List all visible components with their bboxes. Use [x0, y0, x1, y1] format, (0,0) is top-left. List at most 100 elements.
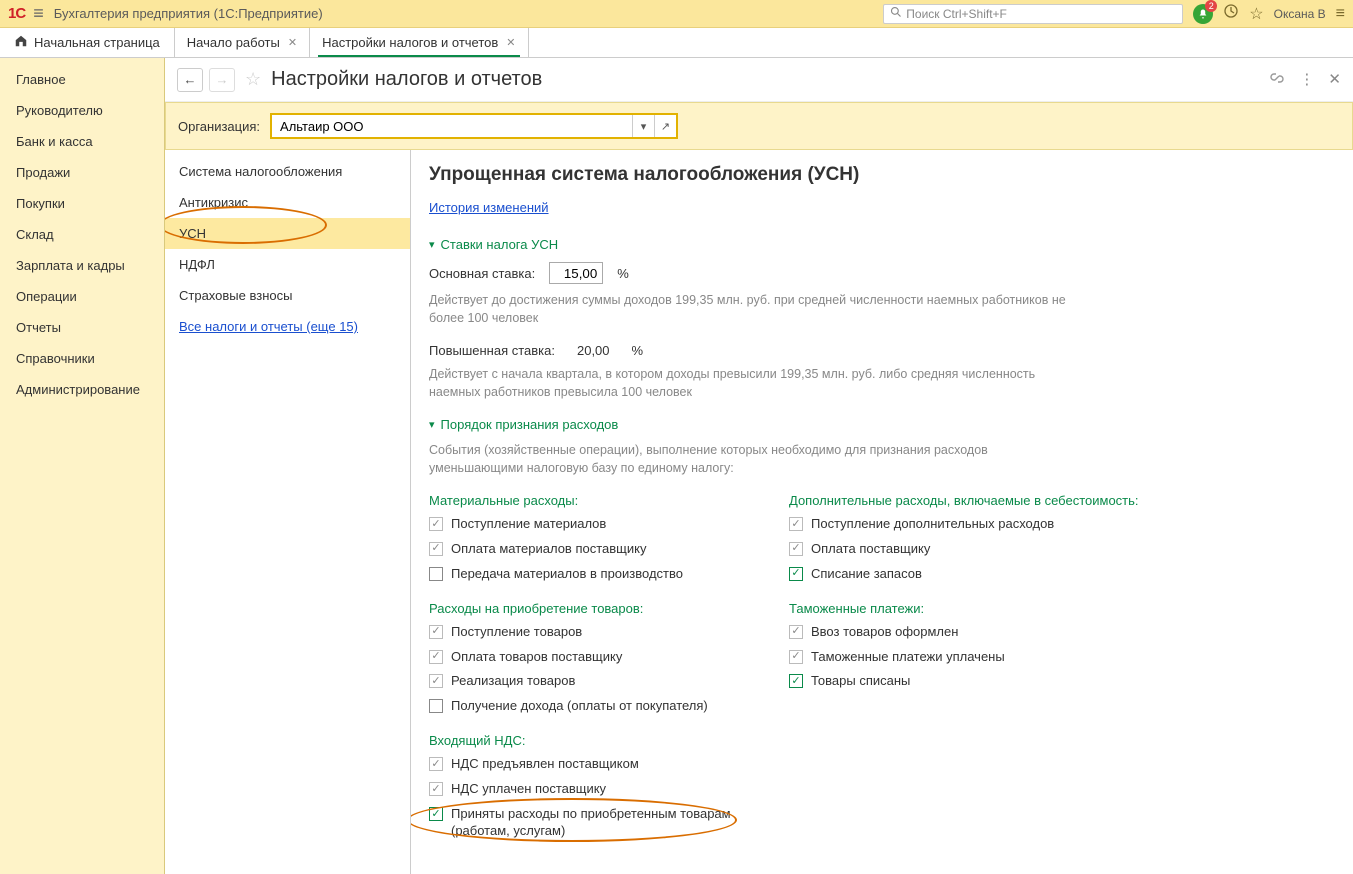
- chk-item: ✓Оплата товаров поставщику: [429, 649, 749, 666]
- nav-sales[interactable]: Продажи: [0, 157, 164, 188]
- hi-rate-value: 20,00: [577, 343, 610, 358]
- checkbox-icon: ✓: [789, 650, 803, 664]
- search-icon: [890, 6, 902, 21]
- tab-label: Начало работы: [187, 35, 280, 50]
- notification-badge: 2: [1205, 0, 1217, 12]
- nav-bank[interactable]: Банк и касса: [0, 126, 164, 157]
- checkbox-icon[interactable]: ✓: [789, 674, 803, 688]
- hi-rate-label: Повышенная ставка:: [429, 343, 555, 358]
- chk-label: Оплата материалов поставщику: [451, 541, 646, 558]
- username: Оксана В: [1274, 7, 1326, 21]
- snav-usn[interactable]: УСН: [165, 218, 410, 249]
- snav-anticrisis[interactable]: Антикризис: [165, 187, 410, 218]
- link-icon[interactable]: [1269, 70, 1285, 90]
- close-icon[interactable]: ✕: [506, 36, 515, 49]
- home-icon: [14, 34, 28, 51]
- back-button[interactable]: ←: [177, 68, 203, 92]
- expenses-hint: События (хозяйственные операции), выполн…: [429, 442, 1069, 477]
- hamburger-icon[interactable]: ≡: [33, 3, 44, 24]
- forward-button[interactable]: →: [209, 68, 235, 92]
- chk-label: Передача материалов в производство: [451, 566, 683, 583]
- chk-label: Поступление дополнительных расходов: [811, 516, 1054, 533]
- titlebar-menu-icon[interactable]: ≡: [1336, 5, 1345, 23]
- checkbox-icon[interactable]: [429, 699, 443, 713]
- tabsbar: Начальная страница Начало работы ✕ Настр…: [0, 28, 1353, 58]
- snav-insurance[interactable]: Страховые взносы: [165, 280, 410, 311]
- org-dropdown-button[interactable]: ▾: [632, 115, 654, 137]
- nav-reports[interactable]: Отчеты: [0, 312, 164, 343]
- snav-all-taxes-link[interactable]: Все налоги и отчеты (еще 15): [165, 311, 410, 342]
- tab-item-0[interactable]: Начало работы ✕: [175, 28, 310, 57]
- main-rate-hint: Действует до достижения суммы доходов 19…: [429, 292, 1069, 327]
- checkbox-icon: ✓: [429, 757, 443, 771]
- org-open-button[interactable]: ↗: [654, 115, 676, 137]
- favorite-star-icon[interactable]: ☆: [245, 69, 261, 90]
- star-icon[interactable]: ☆: [1249, 4, 1263, 24]
- chk-label: НДС предъявлен поставщиком: [451, 756, 639, 773]
- nav-main[interactable]: Главное: [0, 64, 164, 95]
- nav-hr[interactable]: Зарплата и кадры: [0, 250, 164, 281]
- checkbox-icon[interactable]: ✓: [429, 807, 443, 821]
- chk-item: ✓Оплата материалов поставщику: [429, 541, 749, 558]
- titlebar: 1C ≡ Бухгалтерия предприятия (1С:Предпри…: [0, 0, 1353, 28]
- section-expenses-label: Порядок признания расходов: [441, 417, 619, 432]
- chk-item: ✓Поступление материалов: [429, 516, 749, 533]
- chk-label: Получение дохода (оплаты от покупателя): [451, 698, 708, 715]
- tab-home-label: Начальная страница: [34, 35, 160, 50]
- history-link[interactable]: История изменений: [429, 200, 549, 215]
- col1-h3: Входящий НДС:: [429, 733, 749, 748]
- chk-label: НДС уплачен поставщику: [451, 781, 606, 798]
- checkbox-icon[interactable]: [429, 567, 443, 581]
- content-header: ← → ☆ Настройки налогов и отчетов ⋮ ✕: [165, 58, 1353, 102]
- checkbox-icon: ✓: [429, 782, 443, 796]
- chevron-down-icon: ▾: [429, 238, 435, 251]
- global-search[interactable]: Поиск Ctrl+Shift+F: [883, 4, 1183, 24]
- chk-item[interactable]: Получение дохода (оплаты от покупателя): [429, 698, 749, 715]
- hi-rate-hint: Действует с начала квартала, в котором д…: [429, 366, 1069, 401]
- notifications-icon[interactable]: 2: [1193, 4, 1213, 24]
- chk-item[interactable]: ✓ Товары списаны: [789, 673, 1139, 690]
- chk-item[interactable]: ✓ Списание запасов: [789, 566, 1139, 583]
- org-input[interactable]: [272, 115, 632, 137]
- chk-label: Списание запасов: [811, 566, 922, 583]
- col2-h2: Таможенные платежи:: [789, 601, 1139, 616]
- checkbox-icon[interactable]: ✓: [789, 567, 803, 581]
- chk-label: Приняты расходы по приобретенным товарам…: [451, 806, 731, 840]
- chk-item[interactable]: Передача материалов в производство: [429, 566, 749, 583]
- nav-manager[interactable]: Руководителю: [0, 95, 164, 126]
- checkbox-icon: ✓: [429, 650, 443, 664]
- chk-item[interactable]: ✓ Приняты расходы по приобретенным товара…: [429, 806, 749, 840]
- tab-home[interactable]: Начальная страница: [0, 28, 175, 57]
- chk-label: Оплата поставщику: [811, 541, 930, 558]
- main-rate-input[interactable]: [549, 262, 603, 284]
- nav-warehouse[interactable]: Склад: [0, 219, 164, 250]
- org-label: Организация:: [178, 119, 260, 134]
- section-expenses[interactable]: ▾ Порядок признания расходов: [429, 417, 1335, 432]
- col1-h1: Материальные расходы:: [429, 493, 749, 508]
- close-content-icon[interactable]: ✕: [1328, 70, 1341, 90]
- section-rates[interactable]: ▾ Ставки налога УСН: [429, 237, 1335, 252]
- nav-catalogs[interactable]: Справочники: [0, 343, 164, 374]
- left-nav: Главное Руководителю Банк и касса Продаж…: [0, 58, 165, 874]
- app-title: Бухгалтерия предприятия (1С:Предприятие): [54, 6, 323, 21]
- chk-label: Поступление материалов: [451, 516, 606, 533]
- content: ← → ☆ Настройки налогов и отчетов ⋮ ✕ Ор…: [165, 58, 1353, 874]
- logo-1c: 1C: [8, 5, 25, 22]
- close-icon[interactable]: ✕: [288, 36, 297, 49]
- nav-admin[interactable]: Администрирование: [0, 374, 164, 405]
- snav-tax-system[interactable]: Система налогообложения: [165, 156, 410, 187]
- chk-label: Товары списаны: [811, 673, 910, 690]
- org-field: ▾ ↗: [270, 113, 678, 139]
- nav-operations[interactable]: Операции: [0, 281, 164, 312]
- kebab-icon[interactable]: ⋮: [1299, 70, 1314, 90]
- percent-sign: %: [617, 266, 629, 281]
- history-icon[interactable]: [1223, 3, 1239, 24]
- nav-purchases[interactable]: Покупки: [0, 188, 164, 219]
- chk-label: Поступление товаров: [451, 624, 582, 641]
- tab-item-1[interactable]: Настройки налогов и отчетов ✕: [310, 28, 528, 57]
- main-rate-label: Основная ставка:: [429, 266, 535, 281]
- snav-ndfl[interactable]: НДФЛ: [165, 249, 410, 280]
- checkbox-icon: ✓: [429, 625, 443, 639]
- percent-sign: %: [632, 343, 644, 358]
- settings-body: Упрощенная система налогообложения (УСН)…: [411, 150, 1353, 874]
